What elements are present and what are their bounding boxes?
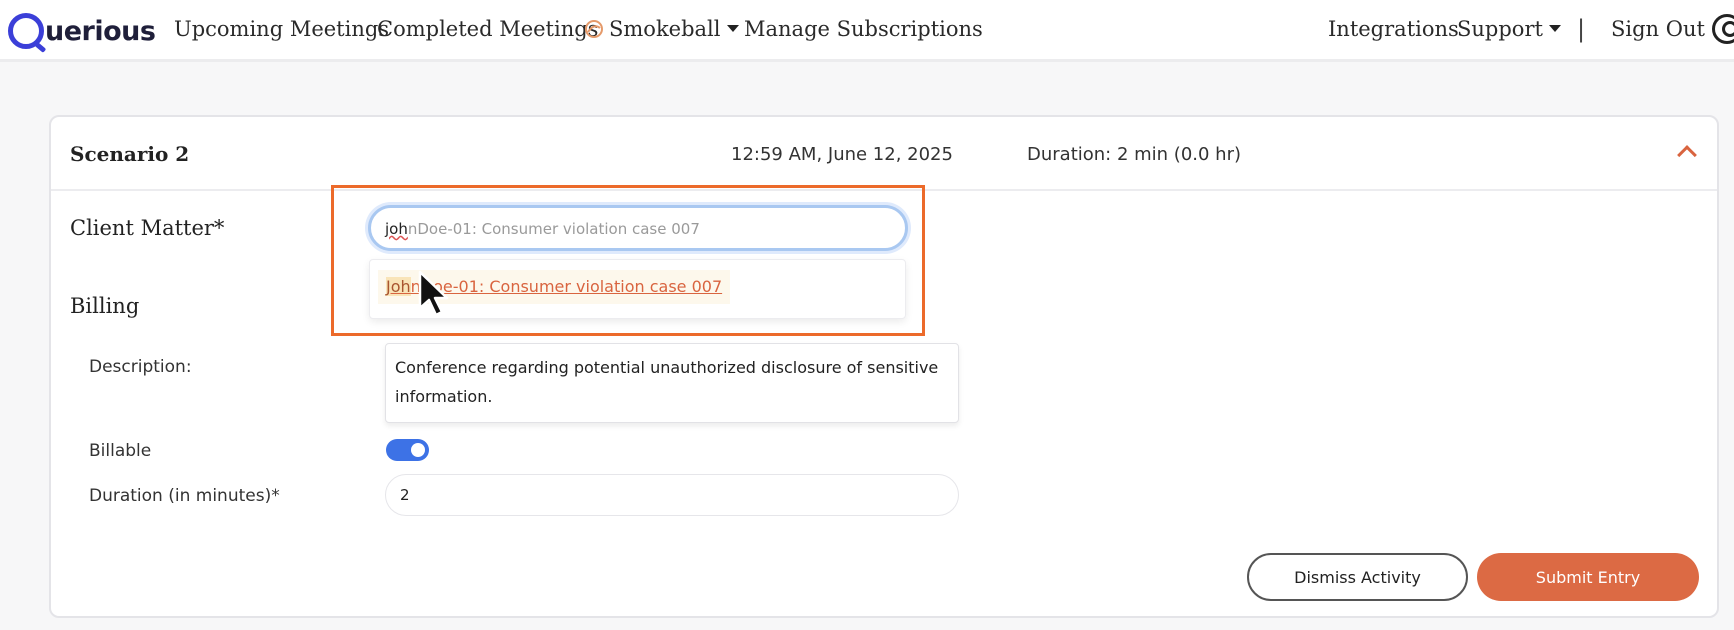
dismiss-activity-button[interactable]: Dismiss Activity <box>1247 553 1468 601</box>
duration-input[interactable]: 2 <box>385 474 959 516</box>
chevron-down-icon <box>1548 25 1561 32</box>
top-navbar: uerious Upcoming Meetings Completed Meet… <box>0 0 1734 62</box>
nav-completed-meetings[interactable]: Completed Meetings <box>377 17 598 41</box>
chevron-up-icon[interactable] <box>1677 145 1697 165</box>
meeting-time: 12:59 AM, June 12, 2025 <box>731 144 953 165</box>
nav-separator: | <box>1577 15 1586 43</box>
duration-label: Duration (in minutes)* <box>89 486 280 506</box>
nav-integrations[interactable]: Integrations <box>1328 17 1459 41</box>
logo-q-icon <box>8 13 44 49</box>
mouse-cursor-icon <box>418 270 449 317</box>
submit-entry-button[interactable]: Submit Entry <box>1477 553 1699 601</box>
user-account-icon[interactable] <box>1712 14 1734 44</box>
billable-label: Billable <box>89 441 152 461</box>
querious-logo[interactable]: uerious <box>8 10 156 52</box>
card-header[interactable]: Scenario 2 12:59 AM, June 12, 2025 Durat… <box>51 117 1717 191</box>
description-textarea[interactable]: Conference regarding potential unauthori… <box>385 343 959 423</box>
billable-toggle[interactable] <box>386 439 429 461</box>
smokeball-icon <box>585 20 603 38</box>
nav-sign-out[interactable]: Sign Out <box>1611 17 1705 41</box>
nav-upcoming-meetings[interactable]: Upcoming Meetings <box>174 17 389 41</box>
client-matter-label: Client Matter* <box>70 216 225 240</box>
nav-support-dropdown[interactable]: Support <box>1457 17 1561 41</box>
nav-manage-subscriptions[interactable]: Manage Subscriptions <box>744 17 983 41</box>
chevron-down-icon <box>726 25 739 32</box>
meeting-duration: Duration: 2 min (0.0 hr) <box>1027 144 1242 165</box>
billing-label: Billing <box>70 294 140 318</box>
nav-smokeball-dropdown[interactable]: Smokeball <box>584 17 739 41</box>
scenario-title: Scenario 2 <box>70 142 190 166</box>
description-label: Description: <box>89 357 192 377</box>
